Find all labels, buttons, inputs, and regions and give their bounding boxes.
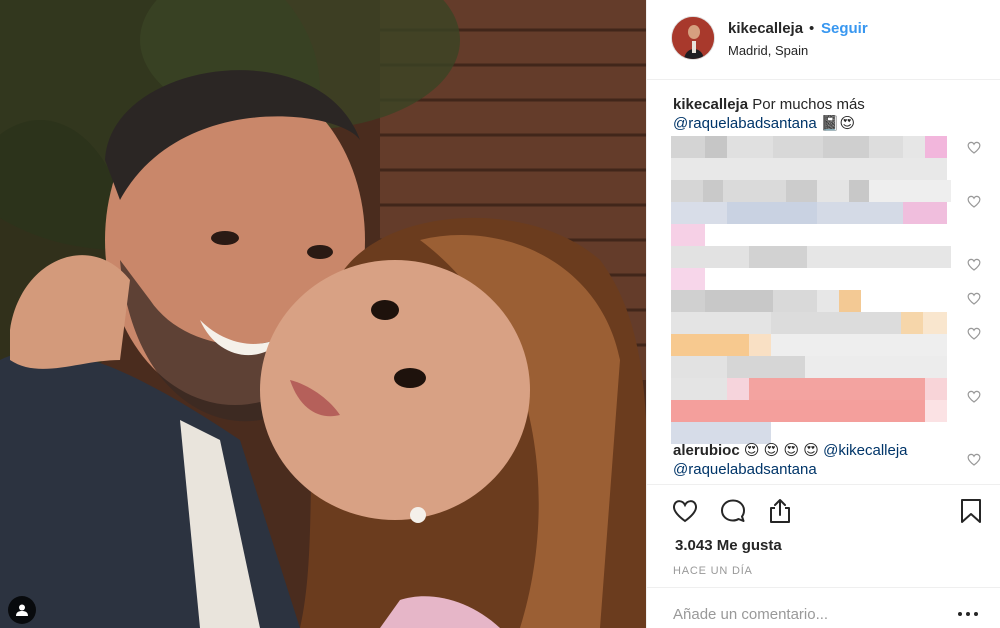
small-heart-icon[interactable] [967, 195, 981, 208]
more-options-icon[interactable] [957, 610, 979, 618]
caption-emoji: 📓😍 [820, 115, 856, 132]
comment-icon[interactable] [719, 497, 747, 525]
add-comment-bar [647, 587, 1000, 628]
author-username[interactable]: kikecalleja [728, 20, 803, 37]
small-heart-icon[interactable] [967, 327, 981, 340]
post-timestamp[interactable]: HACE UN DÍA [673, 565, 753, 577]
post-location[interactable]: Madrid, Spain [728, 43, 808, 58]
caption-mention[interactable]: @raquelabadsantana [673, 115, 817, 132]
comment-username[interactable]: alerubioc [673, 442, 740, 459]
likes-count[interactable]: 3.043 Me gusta [675, 537, 782, 554]
user-tag-icon[interactable] [8, 596, 36, 624]
bookmark-icon[interactable] [957, 497, 985, 525]
post-photo[interactable] [0, 0, 646, 628]
small-heart-icon[interactable] [967, 453, 981, 466]
follow-button[interactable]: Seguir [821, 20, 868, 37]
separator-dot: • [809, 20, 815, 37]
small-heart-icon[interactable] [967, 292, 981, 305]
comment-mention[interactable]: @kikecalleja [823, 442, 907, 459]
caption-text: Por muchos más [752, 96, 865, 113]
comment-item: alerubioc 😍 😍 😍 😍 @kikecalleja @raquelab… [673, 441, 963, 479]
avatar[interactable] [671, 16, 715, 60]
small-heart-icon[interactable] [967, 390, 981, 403]
comment-mention[interactable]: @raquelabadsantana [673, 461, 817, 478]
caption-username[interactable]: kikecalleja [673, 96, 748, 113]
photo-illustration [0, 0, 646, 628]
small-heart-icon[interactable] [967, 141, 981, 154]
heart-icon[interactable] [671, 497, 699, 525]
comments-section: kikecalleja Por muchos más @raquelabadsa… [647, 80, 1000, 484]
post-side-panel: kikecalleja • Seguir Madrid, Spain kikec… [646, 0, 1000, 628]
comment-emoji: 😍 😍 😍 😍 [743, 442, 819, 459]
share-icon[interactable] [766, 497, 794, 525]
small-heart-icon[interactable] [967, 258, 981, 271]
action-bar [647, 484, 1000, 536]
redacted-comments [671, 136, 951, 444]
comment-input[interactable] [673, 606, 933, 623]
post-caption: kikecalleja Por muchos más @raquelabadsa… [673, 95, 973, 133]
post-header: kikecalleja • Seguir Madrid, Spain [647, 0, 1000, 80]
